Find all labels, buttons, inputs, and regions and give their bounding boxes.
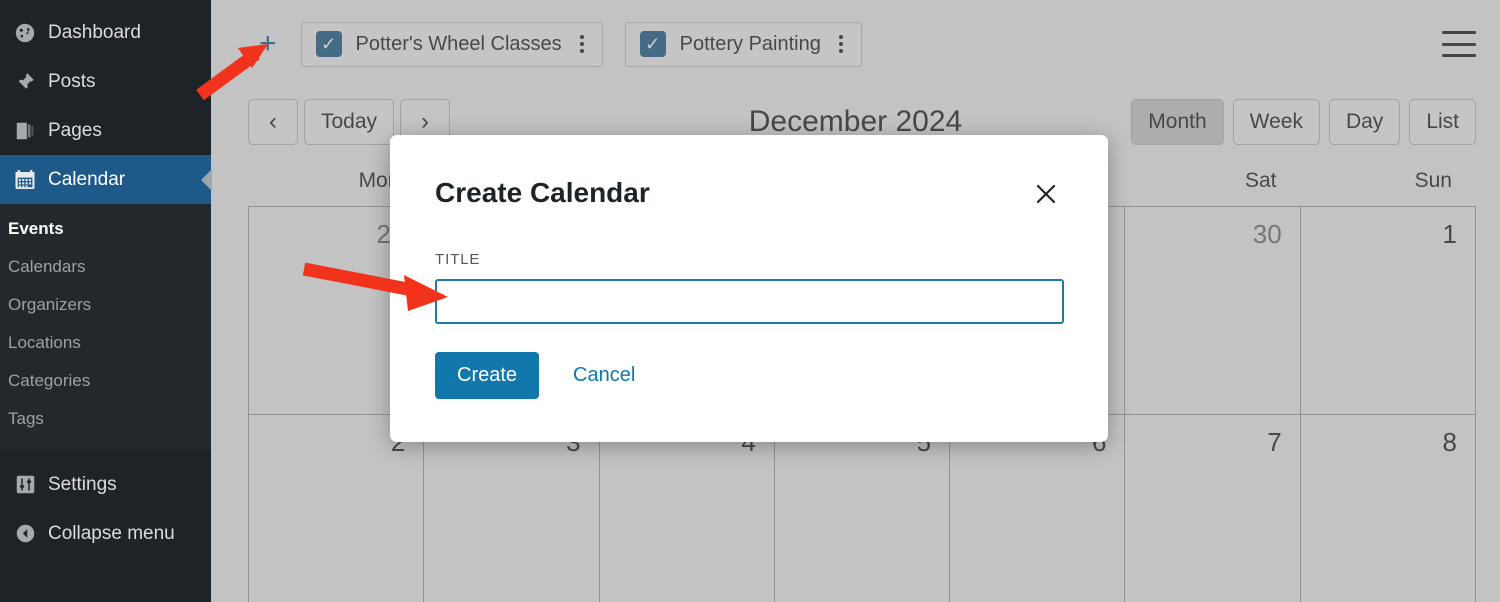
- dialog-title: Create Calendar: [435, 177, 650, 208]
- cancel-button[interactable]: Cancel: [573, 364, 635, 387]
- title-input[interactable]: [435, 279, 1064, 324]
- pin-icon: [8, 65, 42, 99]
- calendar-day-cell[interactable]: 8: [1299, 415, 1476, 602]
- sidebar-item-label: Collapse menu: [48, 522, 175, 544]
- calendar-chip-bar: + ✓ Potter's Wheel Classes ✓ Pottery Pai…: [211, 0, 1500, 88]
- sidebar-item-calendars[interactable]: Calendars: [0, 248, 211, 286]
- calendar-day-cell[interactable]: 3: [423, 415, 598, 602]
- view-button-month[interactable]: Month: [1131, 99, 1224, 145]
- prev-month-button[interactable]: ‹: [248, 99, 298, 145]
- today-button[interactable]: Today: [304, 99, 395, 145]
- day-of-week-header: Sat: [1245, 169, 1277, 192]
- kebab-icon[interactable]: [833, 32, 849, 56]
- calendar-day-cell[interactable]: 5: [773, 415, 949, 602]
- calendar-week-row: 2 3 4 5 6 7 8: [248, 414, 1476, 602]
- calendar-day-cell[interactable]: 4: [598, 415, 774, 602]
- sidebar-divider: [0, 450, 211, 460]
- sidebar-item-label: Posts: [48, 70, 96, 92]
- sidebar-item-calendar[interactable]: Calendar: [0, 155, 211, 204]
- sidebar-item-collapse-menu[interactable]: Collapse menu: [0, 509, 211, 558]
- sidebar-item-pages[interactable]: Pages: [0, 106, 211, 155]
- create-button[interactable]: Create: [435, 352, 540, 399]
- calendar-chip-checkbox[interactable]: ✓: [315, 31, 342, 57]
- sidebar-item-tags[interactable]: Tags: [0, 400, 211, 438]
- sidebar-top-menu: Dashboard Posts Pages Calendar Events Ca…: [0, 0, 211, 558]
- day-of-week-header: Sun: [1414, 169, 1452, 192]
- sidebar-item-label: Settings: [48, 473, 117, 495]
- sidebar-item-dashboard[interactable]: Dashboard: [0, 8, 211, 57]
- calendar-day-cell[interactable]: 2: [248, 415, 423, 602]
- calendar-day-cell[interactable]: 1: [1299, 207, 1476, 414]
- sidebar-item-events[interactable]: Events: [0, 210, 211, 248]
- sliders-icon: [8, 468, 42, 502]
- dashboard-icon: [8, 16, 42, 50]
- sidebar-item-categories[interactable]: Categories: [0, 362, 211, 400]
- view-button-list[interactable]: List: [1409, 99, 1476, 145]
- dialog-actions: Create Cancel: [435, 352, 1063, 399]
- sidebar-item-label: Dashboard: [48, 21, 141, 43]
- sidebar-item-posts[interactable]: Posts: [0, 57, 211, 106]
- create-calendar-dialog: Create Calendar TITLE Create Cancel: [390, 135, 1108, 442]
- calendar-chip-checkbox[interactable]: ✓: [639, 31, 666, 57]
- kebab-icon[interactable]: [574, 32, 590, 56]
- sidebar-item-organizers[interactable]: Organizers: [0, 286, 211, 324]
- sidebar-item-settings[interactable]: Settings: [0, 460, 211, 509]
- calendar-chip-label: Pottery Painting: [679, 32, 821, 55]
- calendar-chip[interactable]: ✓ Pottery Painting: [624, 21, 862, 67]
- view-button-week[interactable]: Week: [1232, 99, 1320, 145]
- view-button-day[interactable]: Day: [1328, 99, 1401, 145]
- calendar-icon: [8, 163, 42, 197]
- close-icon[interactable]: [1029, 177, 1063, 211]
- calendar-chip-label: Potter's Wheel Classes: [355, 32, 562, 55]
- calendar-chip[interactable]: ✓ Potter's Wheel Classes: [300, 21, 603, 67]
- sidebar-submenu-calendar: Events Calendars Organizers Locations Ca…: [0, 204, 211, 450]
- dialog-header: Create Calendar: [435, 177, 1063, 211]
- calendar-day-cell[interactable]: 30: [1124, 207, 1299, 414]
- collapse-arrow-icon: [8, 517, 42, 551]
- sidebar-item-locations[interactable]: Locations: [0, 324, 211, 362]
- sidebar-item-label: Calendar: [48, 168, 126, 190]
- pages-icon: [8, 114, 42, 148]
- calendar-day-cell[interactable]: 6: [949, 415, 1124, 602]
- sidebar-item-label: Pages: [48, 119, 102, 141]
- add-calendar-button[interactable]: +: [259, 29, 277, 59]
- view-switcher: Month Week Day List: [1122, 99, 1476, 145]
- hamburger-icon[interactable]: [1442, 31, 1476, 57]
- calendar-day-cell[interactable]: 7: [1124, 415, 1299, 602]
- title-field-label: TITLE: [435, 251, 481, 268]
- app-root: Dashboard Posts Pages Calendar Events Ca…: [0, 0, 1500, 602]
- admin-sidebar: Dashboard Posts Pages Calendar Events Ca…: [0, 0, 211, 602]
